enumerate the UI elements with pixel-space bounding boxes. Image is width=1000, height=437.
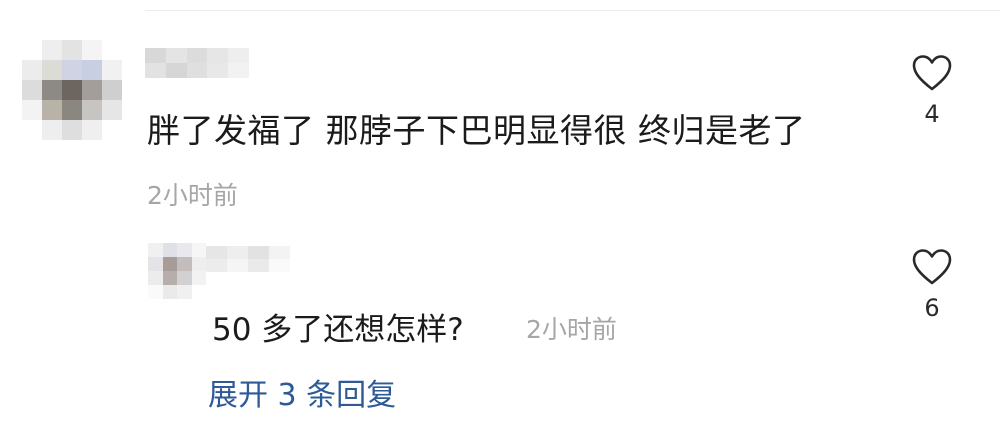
reply-timestamp: 2小时前 xyxy=(526,315,617,344)
comment-thread: 胖了发福了 那脖子下巴明显得很 终归是老了 2小时前 4 50 多了还想怎样? … xyxy=(0,0,1000,437)
reply-username[interactable] xyxy=(206,246,290,272)
heart-outline-icon xyxy=(912,55,952,91)
reply-like-button[interactable]: 6 xyxy=(902,248,962,322)
comment-like-button[interactable]: 4 xyxy=(902,54,962,128)
username[interactable] xyxy=(145,48,249,78)
reply-like-count: 6 xyxy=(924,294,940,322)
expand-replies-link[interactable]: 展开 3 条回复 xyxy=(208,370,396,414)
reply-text: 50 多了还想怎样? xyxy=(212,312,464,348)
comment-like-count: 4 xyxy=(924,100,940,128)
heart-outline-icon xyxy=(912,249,952,285)
comment-timestamp: 2小时前 xyxy=(147,181,238,210)
avatar[interactable] xyxy=(22,40,122,140)
reply-avatar[interactable] xyxy=(148,243,206,299)
comment-text: 胖了发福了 那脖子下巴明显得很 终归是老了 xyxy=(147,111,806,150)
divider xyxy=(145,10,1000,11)
